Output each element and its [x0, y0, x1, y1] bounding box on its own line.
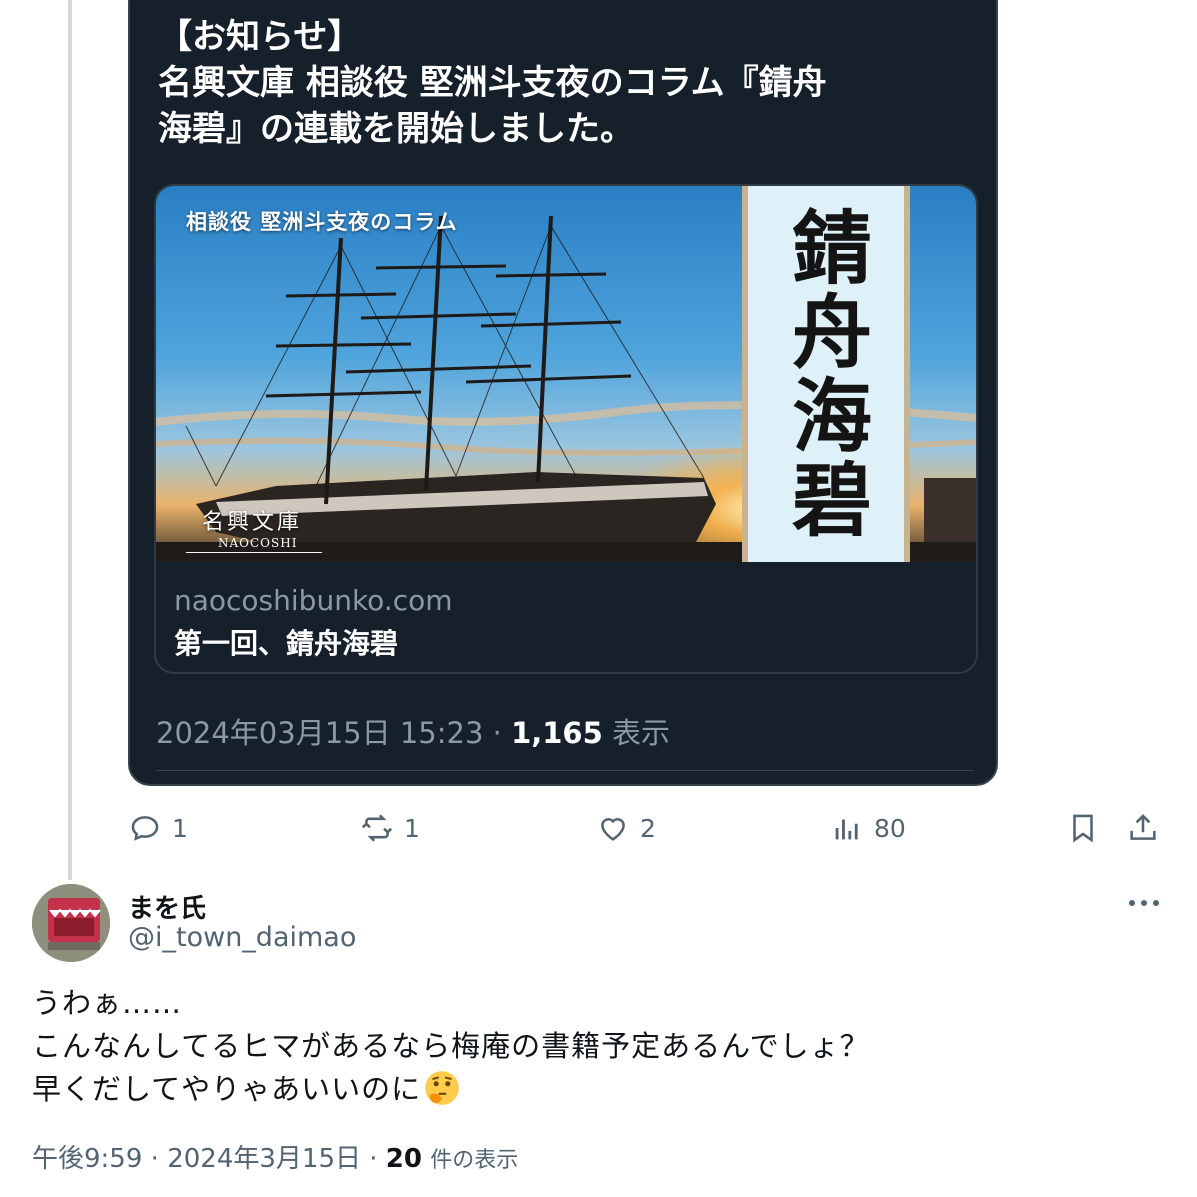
- bookmark-icon: [1073, 814, 1093, 843]
- reply-time[interactable]: 午後9:59: [32, 1144, 142, 1174]
- quoted-timestamp[interactable]: 2024年03月15日 15:23: [156, 716, 483, 750]
- reply-text-line-last: 早くだしてやりゃあいいのに: [32, 1068, 1162, 1111]
- meta-separator: ·: [369, 1144, 386, 1174]
- quoted-views-label: 表示: [612, 716, 671, 750]
- link-domain: naocoshibunko.com: [174, 584, 453, 617]
- reply-views-label: 件の表示: [430, 1148, 519, 1173]
- link-title: 第一回、錆舟海碧: [174, 627, 399, 660]
- reply-text-line: こんなんしてるヒマがあるなら梅庵の書籍予定あるんでしょ？: [32, 1029, 870, 1063]
- quoted-views-count: 1,165: [511, 716, 603, 750]
- reply-date[interactable]: 2024年3月15日: [167, 1144, 361, 1174]
- reply-button[interactable]: 1: [128, 808, 188, 848]
- image-logo-sub: NAOCOSHI: [218, 536, 298, 550]
- heart-icon: [601, 818, 625, 841]
- quoted-divider: [156, 770, 974, 771]
- ellipsis-icon: [1129, 900, 1159, 906]
- reply-views-count: 20: [385, 1144, 422, 1174]
- share-icon: [1130, 814, 1156, 840]
- share-button[interactable]: [1126, 808, 1160, 848]
- thread-connector-line: [68, 0, 72, 880]
- quoted-text-line: 【お知らせ】: [158, 17, 362, 57]
- reply-meta: 午後9:59 · 2024年3月15日 · 20 件の表示: [32, 1138, 518, 1175]
- avatar[interactable]: [32, 884, 110, 962]
- reply-icon: [131, 816, 159, 841]
- link-preview-image[interactable]: 相談役 堅洲斗支夜のコラム 名興文庫 NAOCOSHI 錆舟海碧: [156, 186, 976, 562]
- quoted-tweet-text: 【お知らせ】 名興文庫 相談役 堅洲斗支夜のコラム『錆舟 海碧』の連載を開始しま…: [158, 14, 958, 152]
- bookmark-button[interactable]: [1066, 808, 1100, 848]
- views-count: 80: [874, 813, 906, 843]
- quoted-tweet-card[interactable]: 【お知らせ】 名興文庫 相談役 堅洲斗支夜のコラム『錆舟 海碧』の連載を開始しま…: [128, 0, 998, 786]
- quoted-text-line: 名興文庫 相談役 堅洲斗支夜のコラム『錆舟: [158, 63, 827, 103]
- image-overlay: 相談役 堅洲斗支夜のコラム 名興文庫 NAOCOSHI 錆舟海碧: [156, 186, 976, 562]
- image-caption: 相談役 堅洲斗支夜のコラム: [186, 209, 458, 234]
- tweet-action-bar: 1 1 2 80: [0, 808, 1197, 848]
- more-options-icon[interactable]: [1124, 888, 1164, 918]
- image-logo: 名興文庫: [202, 510, 303, 535]
- bar-chart-icon: [835, 819, 858, 840]
- reply-text: うわぁ…… こんなんしてるヒマがあるなら梅庵の書籍予定あるんでしょ？ 早くだして…: [32, 982, 1162, 1111]
- image-title-banner: 錆舟海碧: [742, 186, 910, 562]
- image-logo-rule: [186, 552, 322, 553]
- quoted-tweet-meta: 2024年03月15日 15:23 · 1,165 表示: [156, 710, 670, 752]
- retweet-icon: [361, 814, 393, 842]
- image-title: 錆舟海碧: [779, 206, 873, 542]
- author-name[interactable]: まを氏: [128, 888, 206, 925]
- thinking-face-icon: [425, 1071, 460, 1105]
- views-button[interactable]: 80: [830, 808, 906, 848]
- retweet-button[interactable]: 1: [360, 808, 420, 848]
- meta-separator: ·: [492, 716, 512, 750]
- author-handle[interactable]: @i_town_daimao: [128, 922, 356, 953]
- reply-text-line: うわぁ……: [32, 986, 183, 1020]
- like-button[interactable]: 2: [596, 808, 656, 848]
- avatar-image: [32, 884, 110, 962]
- reply-text-fragment: 早くだしてやりゃあいいのに: [32, 1072, 422, 1106]
- reply-count: 1: [172, 813, 188, 843]
- like-count: 2: [640, 813, 656, 843]
- retweet-count: 1: [404, 813, 420, 843]
- meta-separator: ·: [150, 1144, 168, 1174]
- link-preview-card[interactable]: 相談役 堅洲斗支夜のコラム 名興文庫 NAOCOSHI 錆舟海碧 naocosh…: [154, 184, 978, 674]
- quoted-text-line: 海碧』の連載を開始しました。: [158, 109, 634, 149]
